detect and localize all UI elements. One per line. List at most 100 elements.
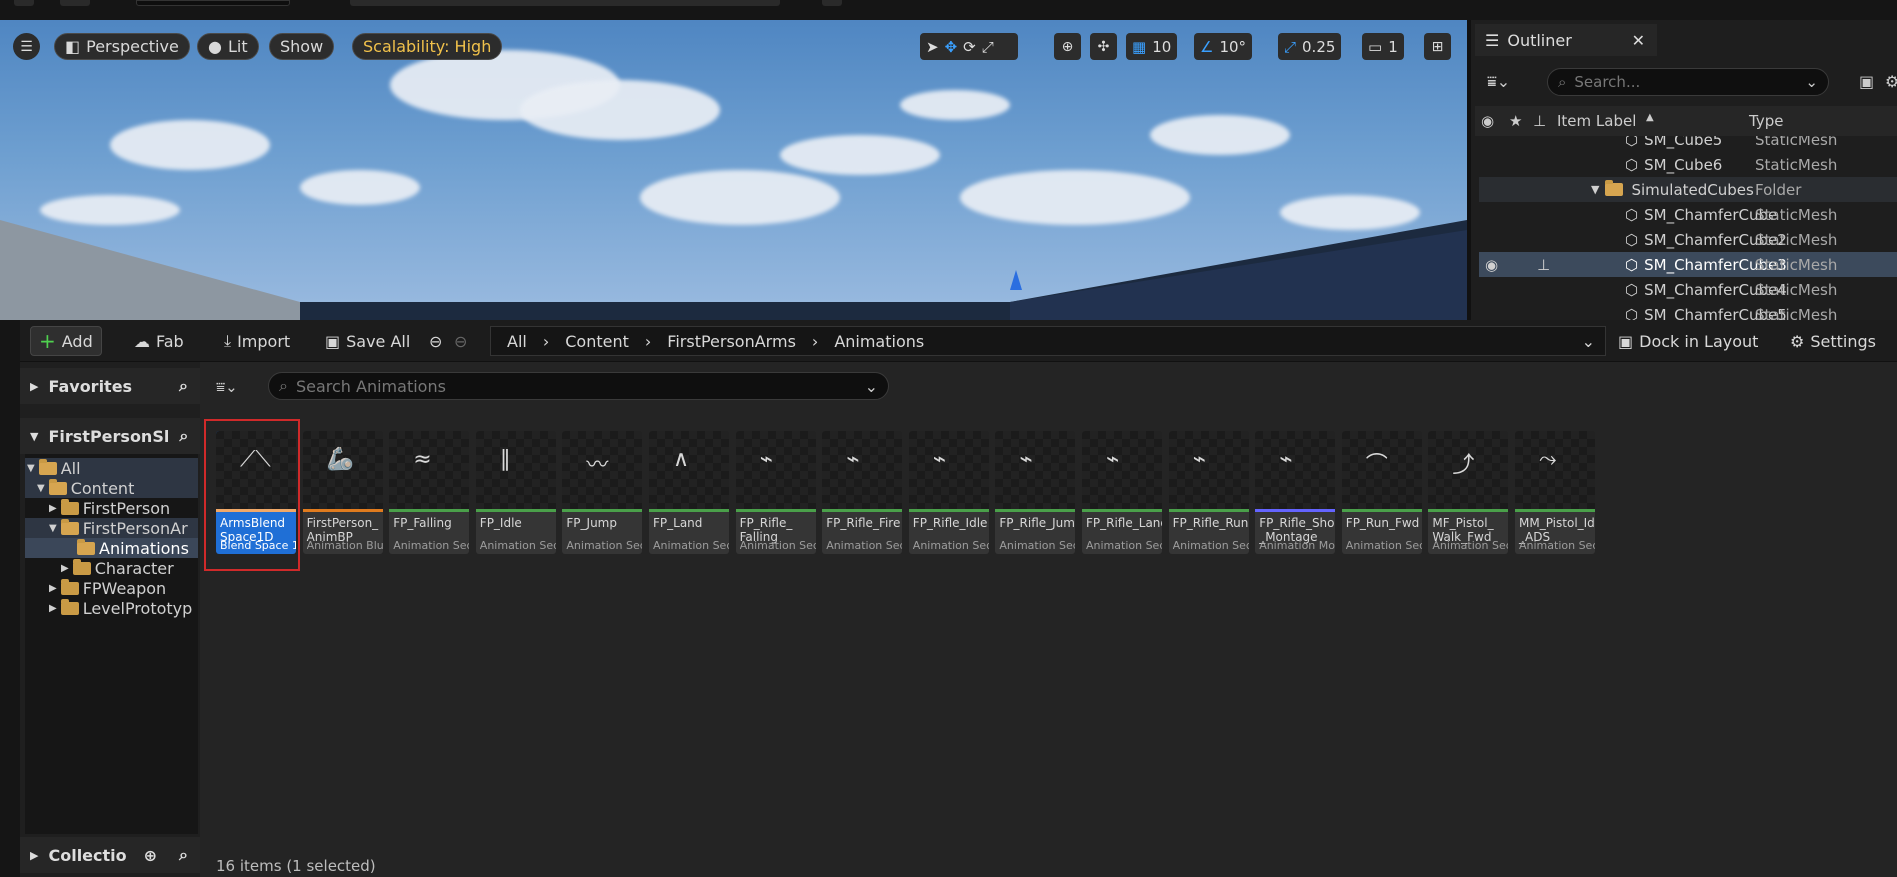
select-icon[interactable]: ➤ [926,38,939,56]
chevron-right-icon[interactable]: › [645,332,651,351]
tree-item-fpweapon[interactable]: ▶ FPWeapon [25,578,198,598]
search-icon[interactable]: ⌕ [179,376,188,396]
outliner-search[interactable]: ⌕ Search... ⌄ [1547,68,1829,96]
favorites-header[interactable]: ▶ Favorites ⌕ [20,368,200,404]
asset-tile[interactable]: ⌁ FP_Rifle_Idle Animation Seq... [908,431,989,554]
folder-icon [60,498,79,515]
fab-button[interactable]: ☁ Fab [126,326,192,356]
show-button[interactable]: Show [269,33,335,60]
rotation-snap[interactable]: ∠ 10° [1194,33,1253,60]
level-viewport[interactable]: ☰ ◧ Perspective ● Lit Show Scalability: … [0,20,1467,320]
visibility-icon[interactable]: ◉ [1481,112,1494,130]
asset-tile[interactable]: 〰 FP_Jump Animation Seq... [562,431,643,554]
asset-thumbnail: ⌁ [735,431,816,509]
rotate-icon[interactable]: ⟳ [963,38,976,56]
pin-icon[interactable]: ⊥ [1533,112,1546,130]
scale-icon[interactable]: ⤢ [982,38,994,56]
chevron-down-icon[interactable]: ⌄ [1805,73,1818,91]
outliner-row[interactable]: ⬡ SM_ChamferCube2 StaticMesh [1479,227,1897,252]
asset-tile[interactable]: ∧ FP_Land Animation Seq... [649,431,729,554]
asset-search[interactable]: ⌕ Search Animations ⌄ [268,372,889,400]
play-icon[interactable] [822,0,842,6]
breadcrumb-item[interactable]: FirstPersonArms [667,332,796,351]
asset-tile[interactable]: ≈ FP_Falling Animation Seq... [389,431,470,554]
chevron-down-icon[interactable]: ⌄ [1582,332,1595,351]
layout-icon[interactable]: ⊞ [1424,33,1451,60]
outliner-row[interactable]: ▼ SimulatedCubes Folder [1479,177,1897,202]
tree-item-character[interactable]: ▶ Character [25,558,198,578]
world-local-icon[interactable]: ⊕ [1054,33,1081,60]
viewport-menu-icon[interactable]: ☰ [13,33,40,60]
save-all-button[interactable]: ▣ Save All [317,326,418,356]
view-mode-button[interactable]: ◧ Perspective [54,33,190,60]
filter-button[interactable]: ⩸⌄ [216,374,238,400]
visibility-icon[interactable]: ◉ [1485,256,1498,274]
outliner-row[interactable]: ⬡ SM_ChamferCube5 StaticMesh [1479,302,1897,321]
scale-snap[interactable]: ⤢ 0.25 [1278,33,1342,60]
transform-tools[interactable]: ➤ ✥ ⟳ ⤢ [920,33,1018,60]
gear-icon[interactable]: ⚙ [1885,72,1897,91]
asset-tile[interactable]: ⟋⟍ArmsBlend Space1DBlend Space 1D [216,431,296,554]
move-icon[interactable]: ✥ [945,38,958,56]
chevron-down-icon[interactable]: ▼ [1591,183,1599,196]
grid-snap[interactable]: ▦ 10 [1126,33,1178,60]
tree-item-all[interactable]: ▼ All [25,458,198,478]
breadcrumb-item[interactable]: All [507,332,527,351]
close-icon[interactable]: ✕ [1632,31,1645,50]
tree-item-firstperson[interactable]: ▶ FirstPerson [25,498,198,518]
tree-item-content[interactable]: ▼ Content [25,478,198,498]
import-button[interactable]: ⤓ Import [216,326,298,356]
search-icon[interactable]: ⌕ [179,426,188,446]
breadcrumb-item[interactable]: Content [565,332,629,351]
outliner-row[interactable]: ⬡ SM_Cube6 StaticMesh [1479,152,1897,177]
outliner-list[interactable]: ⬡ SM_Cube5 StaticMesh ⬡ SM_Cube6 StaticMesh … [1475,136,1897,320]
chevron-right-icon[interactable]: › [543,332,549,351]
asset-tile[interactable]: ⤴MF_Pistol_ Walk_FwdAnimation Seq... [1428,431,1509,554]
add-folder-icon[interactable]: ▣ [1859,72,1874,91]
asset-tile[interactable]: ⌁ FP_Rifle_Fire Animation Seq... [822,431,903,554]
tree-item-levelprototyping[interactable]: ▶ LevelPrototyp [25,598,198,618]
toolbar-search[interactable] [136,0,290,6]
col-type[interactable]: Type [1749,112,1783,130]
asset-tile[interactable]: ⌁ FP_Rifle_Run Animation Seq... [1168,431,1249,554]
scalability-button[interactable]: Scalability: High [352,33,503,60]
asset-tile[interactable]: ⌒ FP_Run_Fwd Animation Seq... [1341,431,1422,554]
back-button[interactable]: ⊖ [425,326,446,356]
asset-tile[interactable]: ∥ FP_Idle Animation Seq... [475,431,556,554]
search-icon[interactable]: ⌕ [179,845,188,865]
outliner-row-selected[interactable]: ◉ ⊥ ⬡ SM_ChamferCube3 StaticMesh [1479,252,1897,277]
lighting-button[interactable]: ● Lit [197,33,259,60]
camera-speed[interactable]: ▭ 1 [1362,33,1404,60]
filter-icon[interactable]: ⩸⌄ [1487,72,1510,92]
chevron-right-icon[interactable]: › [812,332,818,351]
add-collection-icon[interactable]: ⊕ [144,846,157,865]
asset-tile[interactable]: ⌁FP_Rifle_Shoot _MontageAnimation Mo... [1255,431,1336,554]
outliner-row[interactable]: ⬡ SM_Cube5 StaticMesh [1479,136,1897,152]
asset-type: Animation Seq... [1432,539,1508,552]
outliner-row[interactable]: ⬡ SM_ChamferCube4 StaticMesh [1479,277,1897,302]
favorite-icon[interactable]: ★ [1509,112,1522,130]
save-icon[interactable] [14,0,34,6]
forward-button[interactable]: ⊖ [450,326,471,356]
outliner-tab[interactable]: ☰ Outliner ✕ [1475,24,1657,56]
asset-tile[interactable]: ⌁ FP_Rifle_Jump Animation Seq... [995,431,1076,554]
outliner-row[interactable]: ⬡ SM_ChamferCube StaticMesh [1479,202,1897,227]
asset-tile[interactable]: ⌁FP_Rifle_ FallingAnimation Seq... [735,431,816,554]
mode-icon[interactable] [60,0,90,6]
toolbar-actions[interactable] [350,0,780,6]
surface-snap-icon[interactable]: ✣ [1090,33,1117,60]
collections-header[interactable]: ▶ Collectio ⊕ ⌕ [20,837,200,873]
breadcrumb-item[interactable]: Animations [834,332,924,351]
tree-item-animations[interactable]: Animations [25,538,198,558]
project-header[interactable]: ▼ FirstPersonSl ⌕ [20,418,200,454]
add-button[interactable]: + Add [30,326,102,356]
col-item-label[interactable]: Item Label [1557,112,1636,130]
asset-tile[interactable]: ⤳MM_Pistol_Idle _ADSAnimation Seq... [1515,431,1595,554]
asset-tile[interactable]: ⌁ FP_Rifle_Land Animation Seq... [1082,431,1162,554]
tree-item-firstpersonarms[interactable]: ▼ FirstPersonAr [25,518,198,538]
pin-icon[interactable]: ⊥ [1537,256,1550,274]
chevron-down-icon[interactable]: ⌄ [865,377,878,396]
asset-tile[interactable]: 🦾FirstPerson_ AnimBPAnimation Blu... [302,431,383,554]
settings-button[interactable]: ⚙ Settings [1782,326,1884,356]
dock-in-layout-button[interactable]: ▣ Dock in Layout [1610,326,1766,356]
